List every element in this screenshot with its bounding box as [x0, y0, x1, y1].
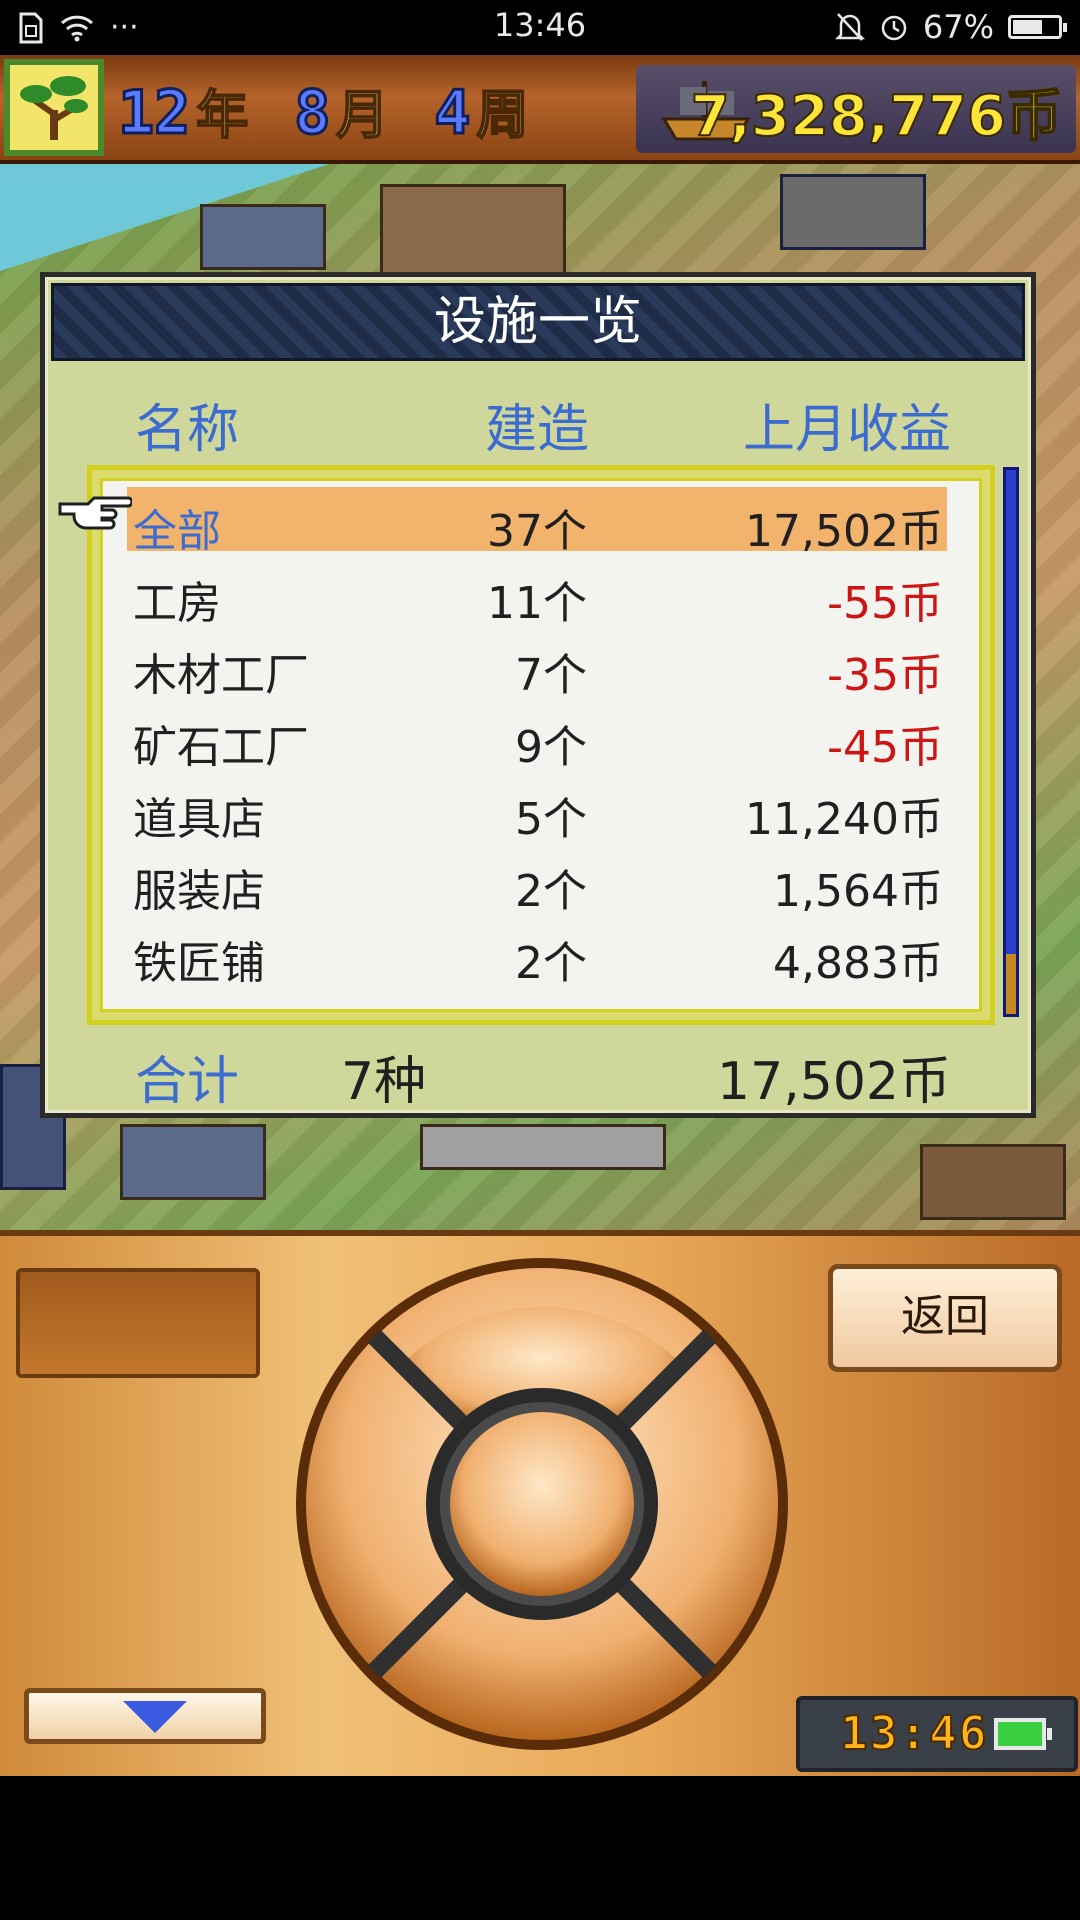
list-row[interactable]: 木材工厂 7个 -35币	[127, 631, 947, 701]
bonsai-tree-button[interactable]	[4, 59, 104, 156]
battery-percent: 67%	[922, 8, 994, 46]
facility-list[interactable]: 全部 37个 17,502币 工房 11个 -55币 木材工厂 7个 -35币 …	[100, 478, 982, 1012]
row-name: 木材工厂	[133, 650, 309, 701]
alarm-icon	[881, 15, 907, 41]
battery-icon	[1008, 15, 1067, 39]
list-scrollbar[interactable]	[1003, 467, 1019, 1017]
game-clock-time: 13:46	[839, 1705, 989, 1761]
year-value: 12	[116, 77, 191, 150]
facility-list-frame: 全部 37个 17,502币 工房 11个 -55币 木材工厂 7个 -35币 …	[87, 465, 995, 1025]
map-building-roof	[780, 174, 926, 250]
month-unit: 月	[335, 85, 389, 147]
row-count: 7个	[515, 650, 587, 701]
row-revenue: 17,502币	[745, 506, 943, 557]
map-building	[200, 204, 326, 270]
pointing-hand-icon	[58, 496, 132, 530]
map-building	[920, 1144, 1066, 1220]
row-name: 道具店	[133, 794, 265, 845]
game-date: 12 年 8 月 4 周	[116, 73, 530, 150]
down-arrow-icon	[123, 1701, 187, 1733]
list-row[interactable]: 矿石工厂 9个 -45币	[127, 703, 947, 773]
total-label: 合计	[135, 1052, 240, 1112]
list-row[interactable]: 铁匠铺 2个 4,883币	[127, 919, 947, 989]
row-count: 11个	[487, 578, 587, 629]
status-bar: ··· 13:46 67%	[0, 0, 1080, 55]
column-header-revenue: 上月收益	[742, 400, 951, 460]
control-panel: 返回 13:46	[0, 1230, 1080, 1776]
total-revenue: 17,502币	[717, 1052, 951, 1112]
row-count: 5个	[515, 794, 587, 845]
week-value: 4	[433, 77, 472, 150]
list-row[interactable]: 道具店 5个 11,240币	[127, 775, 947, 845]
map-wall	[420, 1124, 666, 1170]
year-unit: 年	[195, 85, 249, 147]
row-revenue: 1,564币	[773, 866, 943, 917]
map-building	[380, 184, 566, 280]
row-revenue: -35币	[827, 650, 943, 701]
info-slot	[16, 1268, 260, 1378]
status-right-icons: 67%	[834, 8, 1067, 46]
row-name: 工房	[133, 578, 221, 629]
row-name: 铁匠铺	[133, 938, 265, 989]
row-revenue: -45币	[827, 722, 943, 773]
row-name: 矿石工厂	[133, 722, 309, 773]
row-name: 服装店	[133, 866, 265, 917]
list-row[interactable]: 工房 11个 -55币	[127, 559, 947, 629]
row-revenue: 4,883币	[773, 938, 943, 989]
row-name: 全部	[133, 506, 221, 557]
back-button[interactable]: 返回	[828, 1264, 1062, 1372]
week-unit: 周	[476, 85, 530, 147]
game-clock: 13:46	[796, 1696, 1078, 1772]
column-header-name: 名称	[135, 400, 240, 460]
mute-bell-icon	[834, 13, 865, 41]
money-value: 7,328,776币	[690, 83, 1063, 150]
month-value: 8	[293, 77, 332, 150]
row-count: 2个	[515, 866, 587, 917]
total-kinds: 7种	[341, 1052, 427, 1112]
row-count: 9个	[515, 722, 587, 773]
row-count: 2个	[515, 938, 587, 989]
column-header-built: 建造	[485, 400, 590, 460]
battery-fill	[1013, 20, 1042, 34]
game-battery-icon	[994, 1718, 1052, 1750]
list-row[interactable]: 服装店 2个 1,564币	[127, 847, 947, 917]
money-display: 7,328,776币	[636, 65, 1076, 153]
dialog-title: 设施一览	[51, 283, 1025, 361]
list-row-all[interactable]: 全部 37个 17,502币	[127, 487, 947, 557]
row-count: 37个	[487, 506, 587, 557]
row-revenue: 11,240币	[745, 794, 943, 845]
dpad[interactable]	[292, 1254, 792, 1754]
bonsai-tree-icon	[20, 75, 88, 140]
row-revenue: -55币	[827, 578, 943, 629]
scrollbar-end	[1006, 954, 1016, 1014]
scroll-down-button[interactable]	[24, 1688, 266, 1744]
facility-list-dialog: 设施一览 名称 建造 上月收益 全部 37个 17,502币 工房 11个 -5…	[40, 272, 1036, 1118]
game-header: 12 年 8 月 4 周 7,328,776币	[0, 55, 1080, 164]
dpad-center-button[interactable]	[450, 1412, 634, 1596]
map-building	[120, 1124, 266, 1200]
